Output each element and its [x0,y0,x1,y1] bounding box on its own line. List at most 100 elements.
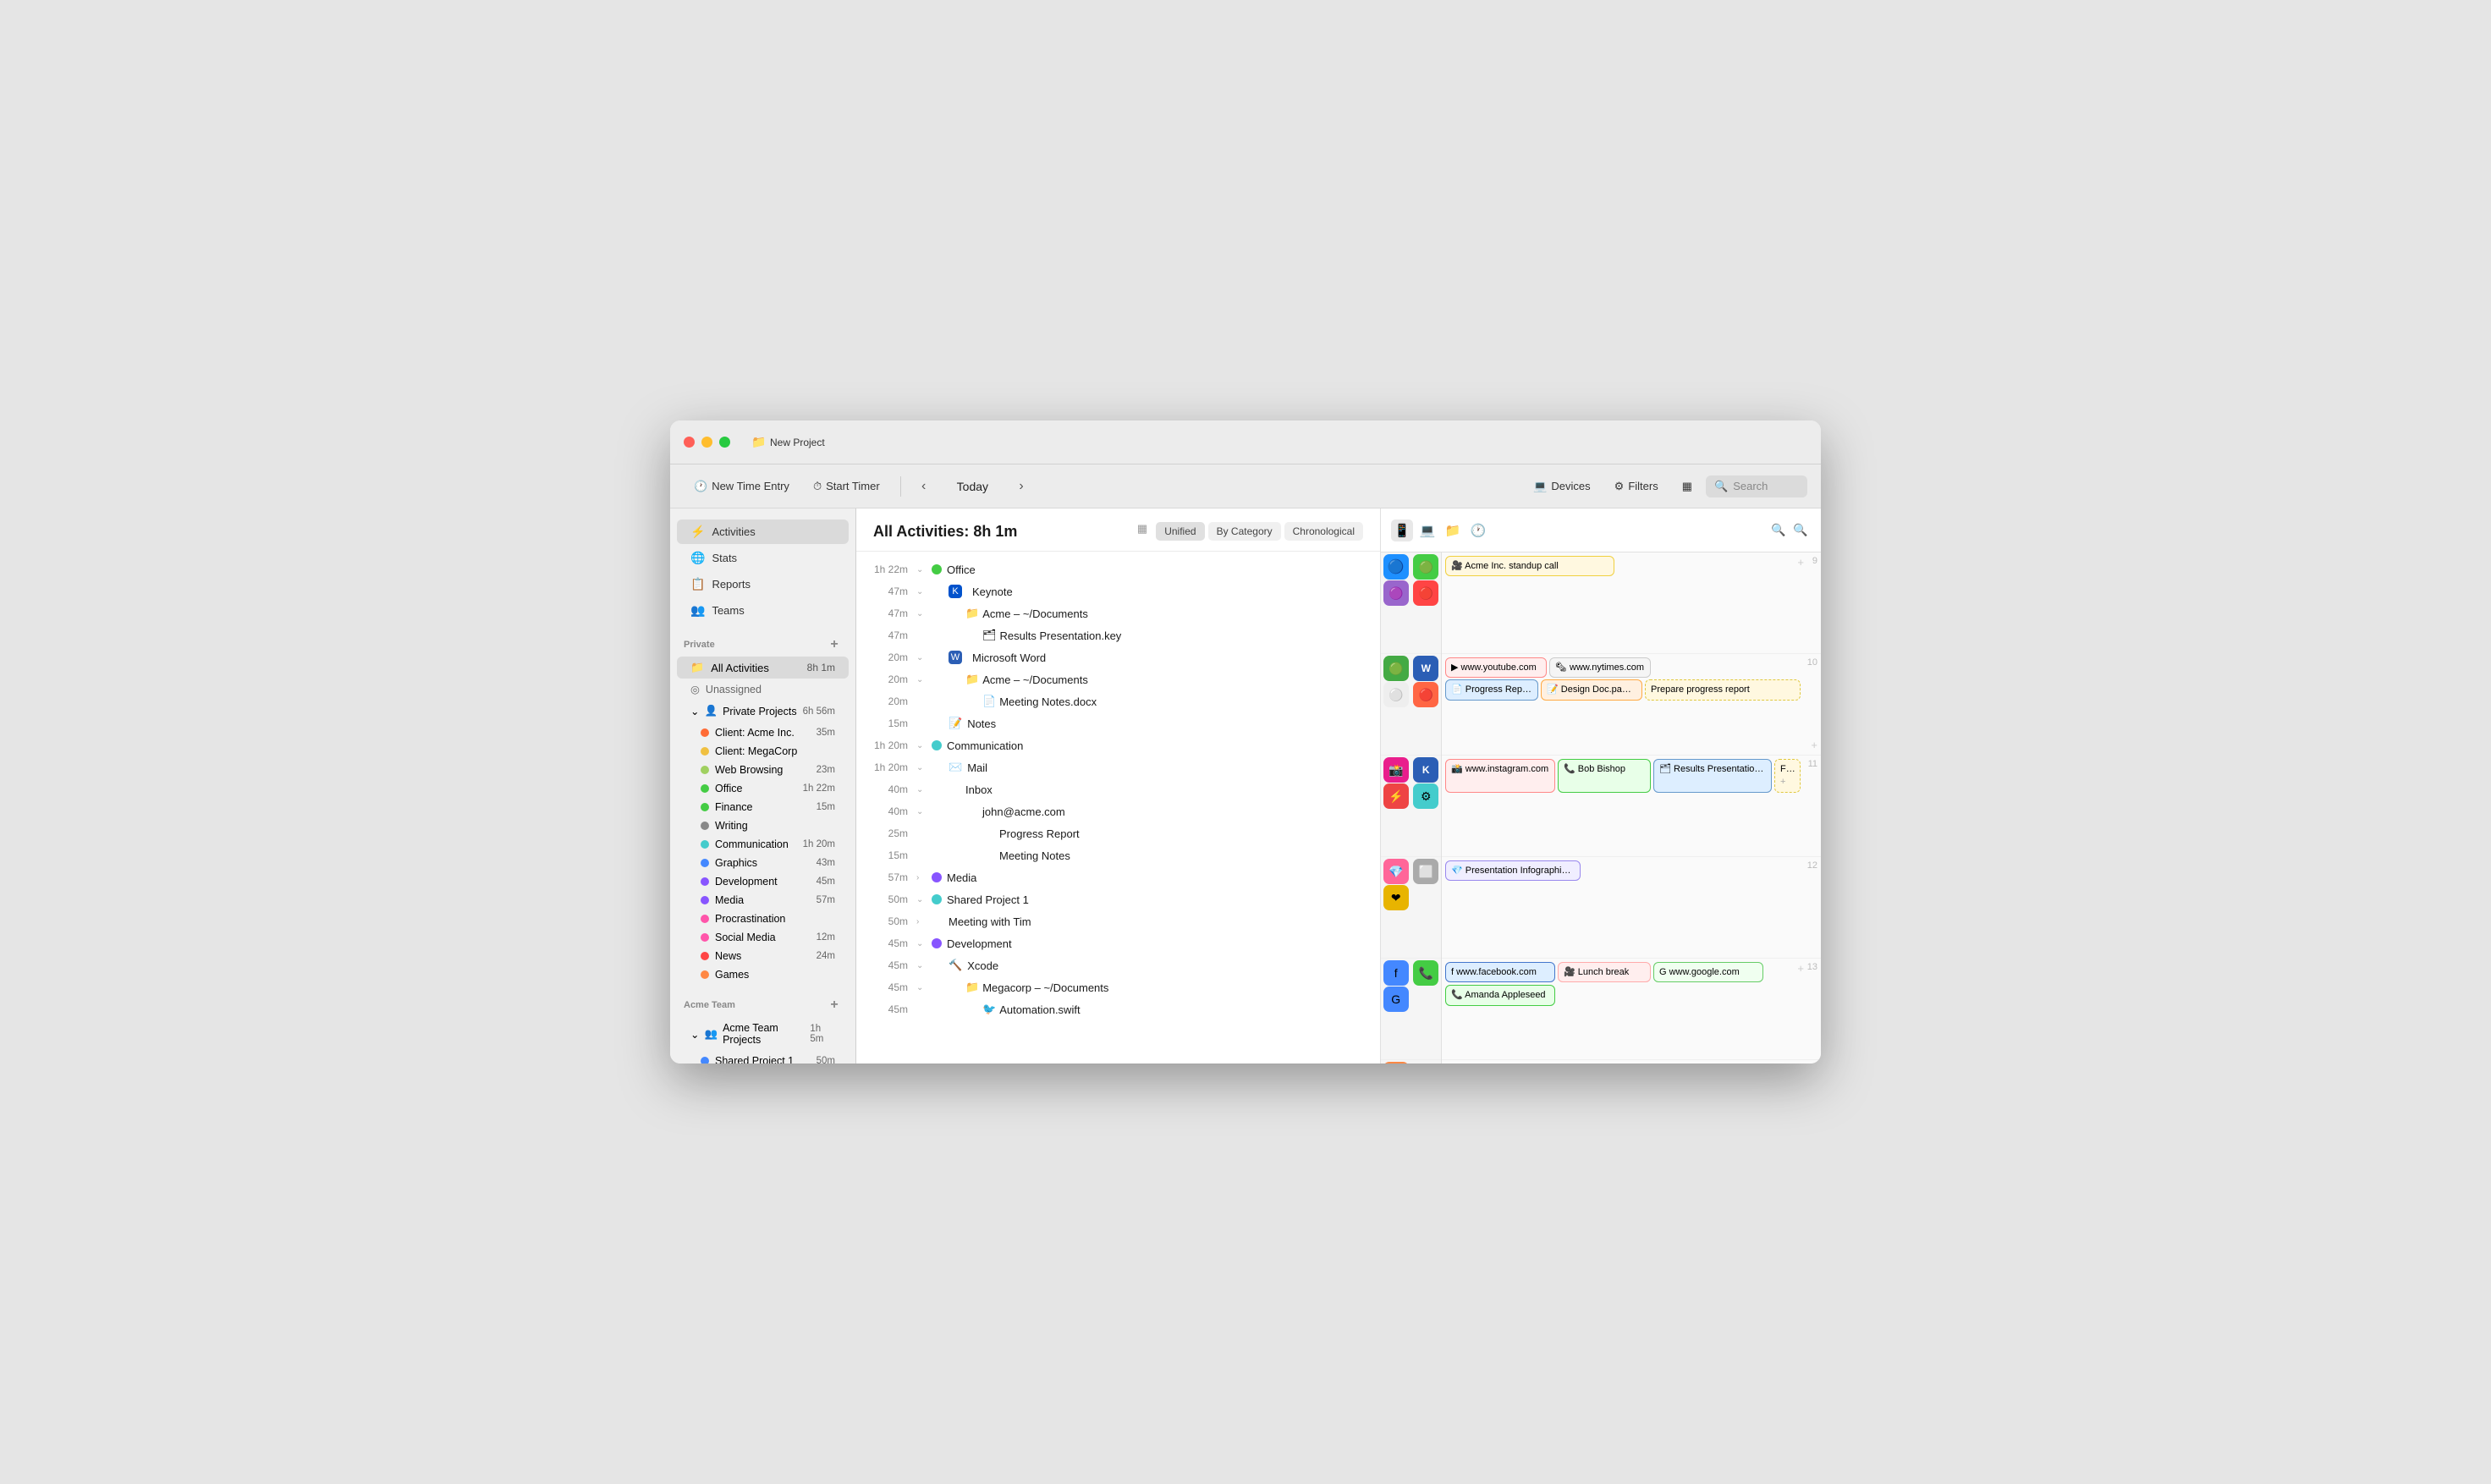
sidebar-acme-project-1[interactable]: Shared Project 1 50m [687,1052,849,1064]
nav-prev-button[interactable]: ‹ [911,474,937,499]
sidebar-project-webbrowsing[interactable]: Web Browsing 23m [687,761,849,779]
category-dot [932,938,942,948]
app-icon: 🟢 [1413,554,1438,580]
view-chronological-button[interactable]: Chronological [1284,522,1363,541]
tl-block[interactable]: G www.google.com [1653,962,1763,982]
sidebar-project-acme[interactable]: Client: Acme Inc. 35m [687,723,849,742]
activity-row[interactable]: 40m ⌄ john@acme.com [856,800,1380,822]
tl-row: 11 📸 www.instagram.com 📞 Bob Bishop [1442,756,1821,857]
activity-row[interactable]: 20m ⌄ W Microsoft Word [856,646,1380,668]
activity-row[interactable]: 45m ⌄ 📁 Megacorp – ~/Documents [856,976,1380,998]
sidebar-project-communication[interactable]: Communication 1h 20m [687,835,849,854]
all-activities-item[interactable]: 📁 All Activities 8h 1m [677,657,849,679]
sidebar-project-games[interactable]: Games [687,965,849,984]
phone-view-icon[interactable]: 📱 [1391,519,1413,541]
activity-row[interactable]: 45m 🐦 Automation.swift [856,998,1380,1020]
layout-button[interactable]: ▦ [1672,475,1702,497]
sidebar-project-graphics[interactable]: Graphics 43m [687,854,849,872]
activity-row[interactable]: 15m Meeting Notes [856,844,1380,866]
minimize-button[interactable] [701,437,712,448]
view-by-category-button[interactable]: By Category [1208,522,1281,541]
tl-block[interactable]: 📝 Design Doc.pages [1541,679,1642,700]
tl-block[interactable]: 📞 Bob Bishop [1558,759,1651,793]
computer-view-icon[interactable]: 💻 [1416,519,1438,541]
search-icon: 🔍 [1714,480,1728,493]
app-strips: 🔵 🟣 🟢 🔴 🟢 [1381,552,1442,1064]
activity-row[interactable]: 50m ⌄ Shared Project 1 [856,888,1380,910]
nav-next-button[interactable]: › [1009,474,1034,499]
app-icon: 🔵 [1383,554,1409,580]
activity-row[interactable]: 20m 📄 Meeting Notes.docx [856,690,1380,712]
activity-row[interactable]: 25m Progress Report [856,822,1380,844]
add-private-button[interactable]: + [827,637,842,652]
search-box[interactable]: 🔍 Search [1706,475,1807,497]
tl-block[interactable]: 🎥 Acme Inc. standup call [1445,556,1614,576]
tl-block[interactable]: 📄 Progress Report [1445,679,1538,700]
sidebar-project-news[interactable]: News 24m [687,947,849,965]
activity-row[interactable]: 45m ⌄ 🔨 Xcode [856,954,1380,976]
add-entry-button[interactable]: + [1780,776,1795,788]
add-entry-button[interactable]: + [1811,739,1817,751]
activity-row[interactable]: 47m ⌄ 📁 Acme – ~/Documents [856,602,1380,624]
acme-section-header: Acme Team + [670,991,855,1016]
view-unified-button[interactable]: Unified [1156,522,1204,541]
tl-number: 9 [1812,556,1817,566]
activity-row[interactable]: 57m › Media [856,866,1380,888]
folder-view-icon[interactable]: 📁 [1442,519,1464,541]
activity-row[interactable]: 50m › Meeting with Tim [856,910,1380,932]
filters-button[interactable]: ⚙ Filters [1604,475,1669,497]
activity-row[interactable]: 1h 20m ⌄ Communication [856,734,1380,756]
sidebar-project-megacorp[interactable]: Client: MegaCorp [687,742,849,761]
tl-block[interactable]: 🗞 www.nytimes.com [1549,657,1651,678]
sidebar-project-procrastination[interactable]: Procrastination [687,910,849,928]
activity-row[interactable]: 47m 🗂 Results Presentation.key [856,624,1380,646]
sidebar-item-stats[interactable]: 🌐 Stats [677,546,849,570]
person-icon: 👤 [704,705,718,717]
tl-block[interactable]: 🗂 Results Presentation.key [1653,759,1772,793]
start-timer-button[interactable]: ⏱ Start Timer [803,475,890,497]
clock-view-icon[interactable]: 🕐 [1467,519,1489,541]
new-time-entry-button[interactable]: 🕐 New Time Entry [684,475,800,497]
activity-row[interactable]: 1h 22m ⌄ Office [856,558,1380,580]
private-projects-header[interactable]: ⌄ 👤 Private Projects 6h 56m [677,701,849,722]
acme-projects-header[interactable]: ⌄ 👥 Acme Team Projects 1h 5m [677,1018,849,1050]
all-activities-time: 8h 1m [807,662,835,673]
notes-icon: 📝 [949,717,962,730]
timeline-content[interactable]: 🔵 🟣 🟢 🔴 🟢 [1381,552,1821,1064]
add-acme-button[interactable]: + [827,998,842,1013]
tl-block[interactable]: Prepare progress report [1645,679,1801,700]
sidebar-project-media[interactable]: Media 57m [687,891,849,910]
sidebar-item-activities[interactable]: ⚡ Activities [677,519,849,544]
sidebar-item-reports[interactable]: 📋 Reports [677,572,849,596]
sidebar-project-socialmedia[interactable]: Social Media 12m [687,928,849,947]
sidebar-project-writing[interactable]: Writing [687,816,849,835]
tl-block[interactable]: Finish presentation + [1774,759,1801,793]
tl-block[interactable]: 📸 www.instagram.com [1445,759,1555,793]
add-entry-button[interactable]: + [1797,962,1804,975]
tl-block[interactable]: 💎 Presentation Infographic.sketch [1445,860,1581,881]
activity-row[interactable]: 47m ⌄ K Keynote [856,580,1380,602]
sidebar-project-office[interactable]: Office 1h 22m [687,779,849,798]
devices-button[interactable]: 💻 Devices [1523,475,1600,497]
new-project-button[interactable]: 📁 New Project [744,431,833,453]
zoom-in-button[interactable]: 🔍 [1790,520,1811,541]
view-toggles: ▦ Unified By Category Chronological [1137,522,1363,541]
tl-block[interactable]: ▶ www.youtube.com [1445,657,1547,678]
unassigned-item[interactable]: ◎ Unassigned [677,679,849,699]
add-entry-button[interactable]: + [1797,556,1804,569]
close-button[interactable] [684,437,695,448]
sidebar-item-teams[interactable]: 👥 Teams [677,598,849,623]
app-icon: ❤ [1383,885,1409,910]
tl-block[interactable]: 📞 Amanda Appleseed [1445,985,1555,1005]
sidebar-project-development[interactable]: Development 45m [687,872,849,891]
activity-row[interactable]: 1h 20m ⌄ ✉️ Mail [856,756,1380,778]
activity-row[interactable]: 15m 📝 Notes [856,712,1380,734]
tl-block[interactable]: f www.facebook.com [1445,962,1555,982]
zoom-out-button[interactable]: 🔍 [1768,520,1789,541]
activity-row[interactable]: 45m ⌄ Development [856,932,1380,954]
activity-row[interactable]: 20m ⌄ 📁 Acme – ~/Documents [856,668,1380,690]
sidebar-project-finance[interactable]: Finance 15m [687,798,849,816]
tl-block[interactable]: 🎥 Lunch break [1558,962,1651,982]
activity-row[interactable]: 40m ⌄ Inbox [856,778,1380,800]
fullscreen-button[interactable] [719,437,730,448]
